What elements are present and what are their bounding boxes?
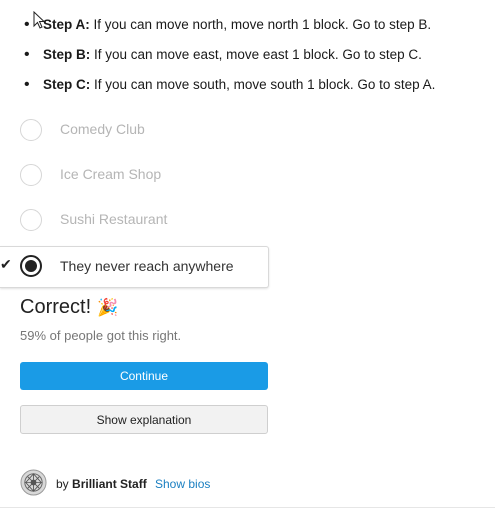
choice-sushi-restaurant[interactable]: Sushi Restaurant [20, 202, 268, 242]
step-b-name: Step B: [43, 47, 91, 62]
check-icon: ✔ [0, 256, 12, 272]
mouse-pointer-icon [33, 11, 45, 29]
brilliant-staff-avatar-icon [20, 469, 47, 496]
step-c-text: If you can move south, move south 1 bloc… [90, 77, 436, 92]
choice-label: Comedy Club [60, 121, 145, 137]
result-heading: Correct! 🎉 [20, 296, 118, 319]
result-title: Correct! [20, 296, 92, 318]
party-popper-icon: 🎉 [97, 298, 119, 317]
author-name: Brilliant Staff [72, 477, 147, 491]
choice-label: Sushi Restaurant [60, 211, 168, 227]
step-a-name: Step A: [43, 17, 90, 32]
step-b-text: If you can move east, move east 1 block.… [90, 47, 422, 62]
radio-button-selected[interactable] [20, 255, 42, 277]
radio-button[interactable] [20, 119, 42, 141]
choice-label: They never reach anywhere [60, 258, 234, 274]
step-a: • Step A: If you can move north, move nor… [24, 16, 432, 33]
show-bios-link[interactable]: Show bios [155, 477, 210, 491]
choice-ice-cream-shop[interactable]: Ice Cream Shop [20, 157, 268, 197]
continue-button[interactable]: Continue [20, 362, 268, 390]
step-b: • Step B: If you can move east, move east… [24, 46, 422, 63]
steps-list: • Step A: If you can move north, move nor… [24, 10, 490, 100]
choice-comedy-club[interactable]: Comedy Club [20, 112, 268, 152]
choice-they-never-reach-anywhere[interactable]: ✔ They never reach anywhere [0, 246, 269, 288]
radio-button[interactable] [20, 164, 42, 186]
author-byline: by Brilliant Staff [56, 477, 147, 491]
result-stat: 59% of people got this right. [20, 328, 182, 343]
step-c-name: Step C: [43, 77, 91, 92]
show-explanation-button[interactable]: Show explanation [20, 405, 268, 434]
step-c: • Step C: If you can move south, move sou… [24, 76, 436, 93]
radio-dot [25, 260, 37, 272]
radio-button[interactable] [20, 209, 42, 231]
choice-label: Ice Cream Shop [60, 166, 162, 182]
step-a-text: If you can move north, move north 1 bloc… [89, 17, 432, 32]
